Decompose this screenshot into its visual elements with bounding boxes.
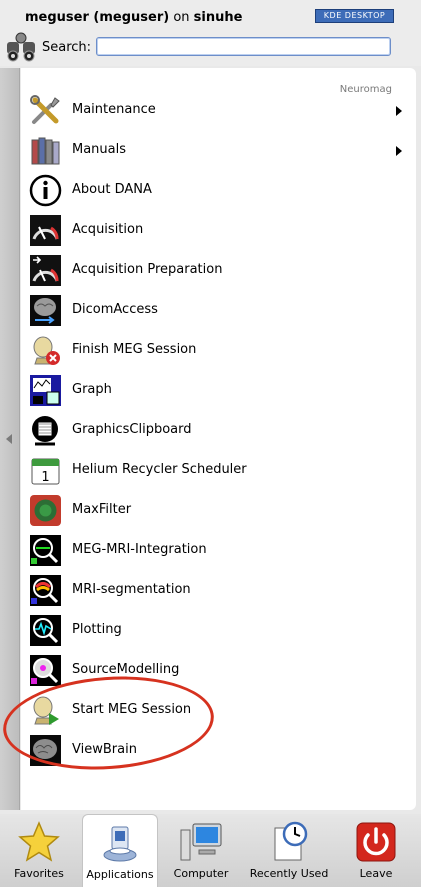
menu-item-label: Helium Recycler Scheduler [72,462,247,477]
kde-desktop-logo: KDE DESKTOP [315,9,394,23]
submenu-arrow-icon [396,106,402,116]
user-host-title: meguser (meguser) on sinuhe [25,10,242,25]
menu-item-finish-meg-session[interactable]: Finish MEG Session [21,330,416,370]
menu-item-plotting[interactable]: Plotting [21,610,416,650]
launcher-tab-bar: Favorites Applications Computer Recently… [0,814,421,887]
menu-item-label: GraphicsClipboard [72,422,192,437]
menu-item-label: Plotting [72,622,122,637]
computer-icon [180,823,222,861]
menu-item-helium-recycler-scheduler[interactable]: 1 Helium Recycler Scheduler [21,450,416,490]
tab-computer[interactable]: Computer [164,814,238,887]
menu-item-about-dana[interactable]: About DANA [21,170,416,210]
start-session-icon [33,696,59,725]
menu-item-mri-segmentation[interactable]: MRI-segmentation [21,570,416,610]
applications-menu-panel: Neuromag Maintenance Manuals About DANA [21,68,416,810]
tab-label: Favorites [14,867,64,880]
user-name: meguser (meguser) [25,10,170,25]
clock-document-icon [274,821,308,861]
back-button[interactable] [0,68,20,810]
menu-item-viewbrain[interactable]: ViewBrain [21,730,416,770]
menu-item-maxfilter[interactable]: MaxFilter [21,490,416,530]
mri-segmentation-icon [30,575,61,606]
binoculars-icon [7,32,35,62]
plotting-icon [30,615,61,646]
clipboard-head-icon [32,416,58,446]
calendar-icon: 1 [31,458,60,485]
tab-favorites[interactable]: Favorites [3,814,75,887]
brain-dicom-icon [30,295,61,326]
svg-text:1: 1 [41,470,49,485]
menu-item-manuals[interactable]: Manuals [21,130,416,170]
launcher-header: meguser (meguser) on sinuhe KDE DESKTOP … [0,0,421,66]
meg-mri-icon [30,535,61,566]
menu-item-label: Graph [72,382,112,397]
books-icon [31,137,60,165]
menu-item-label: ViewBrain [72,742,137,757]
menu-item-label: MRI-segmentation [72,582,191,597]
left-arrow-icon [6,434,12,444]
tab-applications[interactable]: Applications [82,814,158,887]
menu-item-graphicsclipboard[interactable]: GraphicsClipboard [21,410,416,450]
menu-item-label: Maintenance [72,102,156,117]
menu-item-label: Start MEG Session [72,702,192,717]
gauge-icon [30,215,61,246]
maxfilter-icon [30,495,61,526]
menu-item-acquisition-preparation[interactable]: Acquisition Preparation [21,250,416,290]
menu-item-label: Acquisition Preparation [72,262,223,277]
menu-item-label: SourceModelling [72,662,180,677]
submenu-arrow-icon [396,146,402,156]
menu-item-sourcemodelling[interactable]: SourceModelling [21,650,416,690]
finish-session-icon [33,336,60,365]
tab-label: Computer [173,867,229,880]
graph-icon [30,375,61,406]
power-icon [356,822,396,862]
menu-item-start-meg-session[interactable]: Start MEG Session [21,690,416,730]
menu-item-meg-mri-integration[interactable]: MEG-MRI-Integration [21,530,416,570]
search-label: Search: [42,40,92,55]
star-icon [18,821,60,862]
gauge-prep-icon [30,255,61,286]
menu-item-dicomaccess[interactable]: DicomAccess [21,290,416,330]
source-modelling-icon [30,655,61,686]
tab-leave[interactable]: Leave [340,814,412,887]
on-text: on [173,10,190,25]
menu-item-label: About DANA [72,182,152,197]
tools-icon [30,95,60,124]
menu-item-label: Manuals [72,142,127,157]
search-input[interactable] [96,37,391,56]
menu-item-graph[interactable]: Graph [21,370,416,410]
menu-item-label: MEG-MRI-Integration [72,542,207,557]
info-icon [29,174,62,207]
menu-item-label: Finish MEG Session [72,342,197,357]
menu-item-label: Acquisition [72,222,144,237]
applications-icon [103,826,137,862]
tab-label: Recently Used [249,867,329,880]
brain-icon [30,735,61,766]
tab-label: Leave [359,867,393,880]
menu-item-label: DicomAccess [72,302,158,317]
host-name: sinuhe [193,10,243,25]
menu-item-maintenance[interactable]: Maintenance [21,90,416,130]
tab-label: Applications [86,868,154,881]
menu-item-label: MaxFilter [72,502,132,517]
menu-item-acquisition[interactable]: Acquisition [21,210,416,250]
tab-recently-used[interactable]: Recently Used [246,814,332,887]
